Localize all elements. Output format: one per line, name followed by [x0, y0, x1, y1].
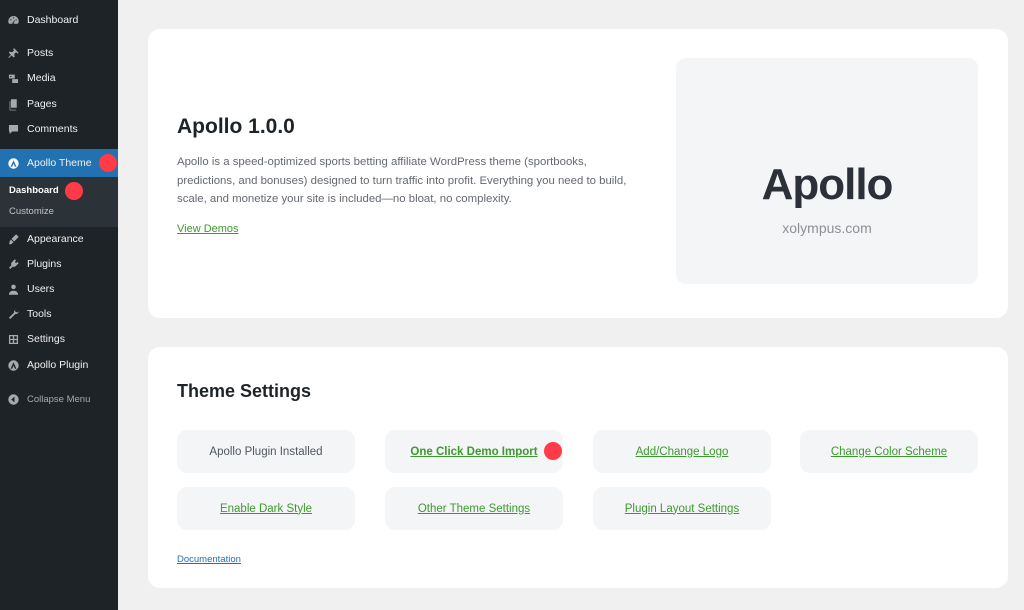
logo: Apollo [761, 160, 894, 209]
plugin-layout-button[interactable]: Plugin Layout Settings [593, 487, 771, 530]
pages-icon [6, 97, 20, 111]
sidebar-item-label: Tools [27, 308, 52, 320]
highlight-marker [99, 154, 117, 172]
theme-info-card: Apollo 1.0.0 Apollo is a speed-optimized… [148, 29, 1008, 318]
plugin-installed-status: Apollo Plugin Installed [177, 430, 355, 473]
apollo-theme-submenu: Dashboard Customize [0, 177, 118, 227]
pin-icon [6, 46, 20, 60]
change-logo-button[interactable]: Add/Change Logo [593, 430, 771, 473]
view-demos-link[interactable]: View Demos [177, 223, 239, 235]
wrench-icon [6, 307, 20, 321]
sidebar-item-label: Dashboard [27, 14, 79, 26]
sidebar-item-settings[interactable]: Settings [0, 328, 118, 350]
submenu-item-dashboard[interactable]: Dashboard [9, 185, 59, 196]
theme-logo-panel: Apollo xolympus.com [676, 58, 978, 284]
color-scheme-button[interactable]: Change Color Scheme [800, 430, 978, 473]
collapse-menu-label: Collapse Menu [27, 393, 91, 405]
sidebar-item-label: Appearance [27, 233, 84, 245]
sidebar-item-media[interactable]: Media [0, 67, 118, 89]
sidebar-item-label: Comments [27, 123, 78, 135]
dashboard-icon [6, 13, 20, 27]
apollo-icon [6, 358, 20, 372]
media-icon [6, 71, 20, 85]
sidebar-item-label: Users [27, 283, 55, 295]
sidebar-item-label: Settings [27, 333, 65, 345]
collapse-menu-button[interactable]: Collapse Menu [0, 388, 118, 410]
user-icon [6, 282, 20, 296]
theme-title: Apollo 1.0.0 [177, 115, 295, 138]
sidebar-item-apollo-plugin[interactable]: Apollo Plugin [0, 354, 118, 376]
sidebar-item-label: Posts [27, 47, 54, 59]
sidebar-item-comments[interactable]: Comments [0, 118, 118, 140]
sidebar-item-posts[interactable]: Posts [0, 42, 118, 64]
demo-import-button[interactable]: One Click Demo Import [385, 430, 563, 473]
dark-style-button[interactable]: Enable Dark Style [177, 487, 355, 530]
highlight-marker [65, 182, 83, 200]
apollo-icon [6, 156, 20, 170]
settings-icon [6, 332, 20, 346]
sidebar-item-label: Pages [27, 98, 57, 110]
sidebar-item-label: Media [27, 72, 56, 84]
sidebar-item-pages[interactable]: Pages [0, 93, 118, 115]
documentation-link[interactable]: Documentation [177, 554, 241, 565]
sidebar-item-plugins[interactable]: Plugins [0, 253, 118, 275]
sidebar-item-label: Apollo Theme [27, 157, 92, 169]
comment-icon [6, 122, 20, 136]
theme-description: Apollo is a speed-optimized sports betti… [177, 156, 627, 205]
collapse-arrow-icon [6, 392, 20, 406]
other-settings-button[interactable]: Other Theme Settings [385, 487, 563, 530]
highlight-marker [544, 442, 562, 460]
sidebar-item-label: Apollo Plugin [27, 359, 89, 371]
submenu-item-customize[interactable]: Customize [9, 206, 54, 217]
plug-icon [6, 257, 20, 271]
logo-domain: xolympus.com [782, 220, 872, 236]
sidebar-item-tools[interactable]: Tools [0, 303, 118, 325]
theme-settings-card: Theme Settings Apollo Plugin Installed O… [148, 347, 1008, 588]
sidebar-item-label: Plugins [27, 258, 62, 270]
section-title: Theme Settings [177, 381, 312, 401]
sidebar-item-users[interactable]: Users [0, 278, 118, 300]
admin-sidebar: Dashboard Posts Media Pages Comments Apo… [0, 0, 118, 610]
sidebar-item-appearance[interactable]: Appearance [0, 228, 118, 250]
sidebar-item-dashboard[interactable]: Dashboard [0, 9, 118, 31]
brush-icon [6, 232, 20, 246]
